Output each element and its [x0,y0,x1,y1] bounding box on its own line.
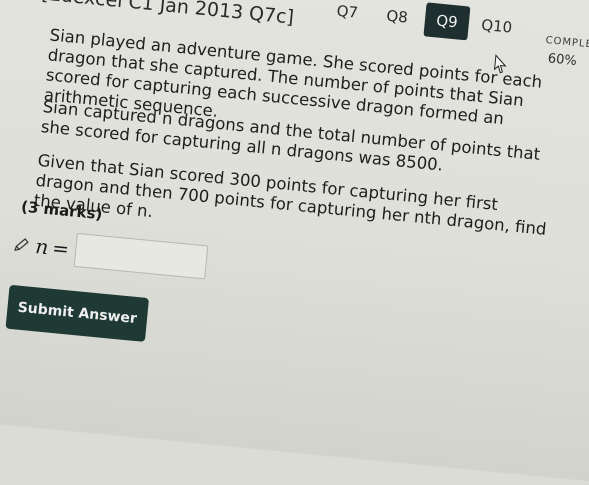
tab-q9[interactable]: Q9 [423,2,471,41]
answer-input[interactable] [73,232,209,280]
question-source: [Edexcel C1 Jan 2013 Q7c] [40,0,295,29]
question-nav: Q7 Q8 Q9 Q10 [324,0,527,47]
completion-label: COMPLETIO [545,34,589,53]
submit-answer-button[interactable]: Submit Answer [5,284,150,342]
tab-q7[interactable]: Q7 [324,0,371,31]
answer-row: n = [12,227,209,280]
page: Q7 Q8 Q9 Q10 COMPLETIO 60% [Edexcel C1 J… [0,0,589,485]
answer-variable: n [34,234,50,260]
equals-sign: = [51,235,71,262]
tab-q8[interactable]: Q8 [374,0,421,36]
completion-percent: 60% [547,51,578,69]
pencil-icon [14,238,29,251]
tab-q10[interactable]: Q10 [473,7,520,45]
